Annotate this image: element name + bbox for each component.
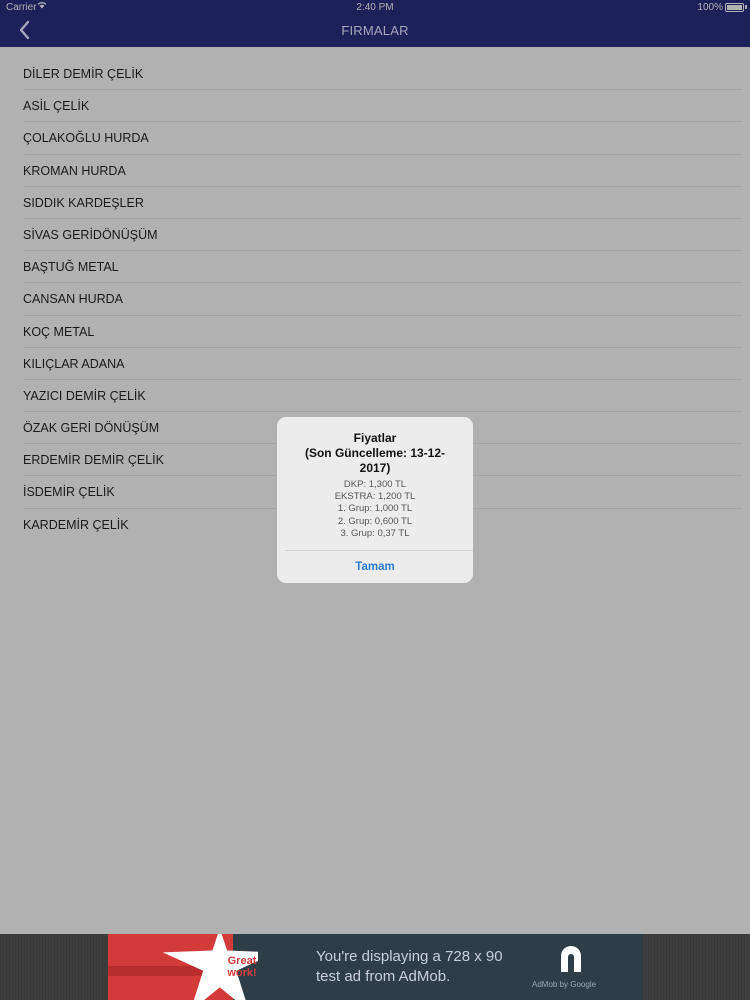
nav-bar: FIRMALAR xyxy=(0,14,750,47)
list-item[interactable]: YAZICI DEMİR ÇELİK xyxy=(0,380,750,413)
list-item[interactable]: KILIÇLAR ADANA xyxy=(0,348,750,381)
great-work-badge-icon: Great work! xyxy=(108,934,258,1000)
battery-icon xyxy=(725,3,744,12)
price-line-dkp: DKP: 1,300 TL xyxy=(343,479,407,490)
status-bar: Carrier 2:40 PM 100% xyxy=(0,0,750,14)
badge-line-2: work! xyxy=(226,967,256,979)
alert-title: Fiyatlar (Son Güncelleme: 13-12- 2017) xyxy=(285,431,465,476)
list-item[interactable]: SIDDIK KARDEŞLER xyxy=(0,187,750,220)
list-item[interactable]: CANSAN HURDA xyxy=(0,283,750,316)
company-name: KILIÇLAR ADANA xyxy=(23,356,125,371)
price-line-grup-1: 1. Grup: 1,000 TL xyxy=(337,503,413,515)
company-name: YAZICI DEMİR ÇELİK xyxy=(23,388,146,403)
company-name: ÖZAK GERİ DÖNÜŞÜM xyxy=(23,421,160,436)
company-name: SİVAS GERİDÖNÜŞÜM xyxy=(23,227,158,242)
company-name: ASİL ÇELİK xyxy=(23,99,90,114)
ad-text-line: test ad from AdMob. xyxy=(316,968,451,985)
list-item[interactable]: SİVAS GERİDÖNÜŞÜM xyxy=(0,219,750,252)
list-item[interactable]: ÇOLAKOĞLU HURDA xyxy=(0,122,750,155)
company-name: KARDEMİR ÇELİK xyxy=(23,517,129,532)
status-time: 2:40 PM xyxy=(356,2,394,13)
badge-line-1: Great xyxy=(228,955,257,967)
price-line-grup-2: 2. Grup: 0,600 TL xyxy=(337,515,413,527)
ad-area: Great work! You're displaying a 728 x 90… xyxy=(0,934,750,1000)
alert-title-line: 2017) xyxy=(359,461,391,475)
company-name: ÇOLAKOĞLU HURDA xyxy=(23,131,149,146)
price-line-grup-3: 3. Grup: 0,37 TL xyxy=(340,527,410,539)
company-name: İSDEMİR ÇELİK xyxy=(23,485,115,500)
admob-banner[interactable]: Great work! You're displaying a 728 x 90… xyxy=(108,934,642,1000)
price-line-ekstra: EKSTRA: 1,200 TL xyxy=(334,491,416,503)
company-name: DİLER DEMİR ÇELİK xyxy=(23,67,144,81)
company-name: CANSAN HURDA xyxy=(23,292,124,307)
alert-title-line: (Son Güncelleme: 13-12- xyxy=(304,446,446,460)
page-title: FIRMALAR xyxy=(341,23,409,38)
admob-caption: AdMob by Google xyxy=(532,980,597,989)
list-item[interactable]: DİLER DEMİR ÇELİK xyxy=(0,58,750,91)
alert-message: DKP: 1,300 TL EKSTRA: 1,200 TL 1. Grup: … xyxy=(285,479,465,540)
company-name: SIDDIK KARDEŞLER xyxy=(23,195,144,210)
list-item[interactable]: KROMAN HURDA xyxy=(0,155,750,187)
list-item[interactable]: BAŞTUĞ METAL xyxy=(0,251,750,284)
battery-tip xyxy=(745,5,747,9)
alert-title-line: Fiyatlar xyxy=(353,431,397,445)
company-name: KOÇ METAL xyxy=(23,324,95,339)
list-item[interactable]: KOÇ METAL xyxy=(0,316,750,348)
list-item[interactable]: ASİL ÇELİK xyxy=(0,90,750,123)
header: Carrier 2:40 PM 100% FIRMALAR xyxy=(0,0,750,47)
company-name: BAŞTUĞ METAL xyxy=(23,260,119,275)
admob-logo-icon xyxy=(561,946,581,972)
prices-alert: Fiyatlar (Son Güncelleme: 13-12- 2017) D… xyxy=(277,417,473,583)
company-name: KROMAN HURDA xyxy=(23,163,126,178)
battery-percent: 100% xyxy=(697,2,723,13)
ad-text: You're displaying a 728 x 90 test ad fro… xyxy=(316,947,503,987)
ad-text-line: You're displaying a 728 x 90 xyxy=(316,948,503,965)
company-name: ERDEMİR DEMİR ÇELİK xyxy=(23,453,164,468)
tamam-button[interactable]: Tamam xyxy=(277,551,473,583)
